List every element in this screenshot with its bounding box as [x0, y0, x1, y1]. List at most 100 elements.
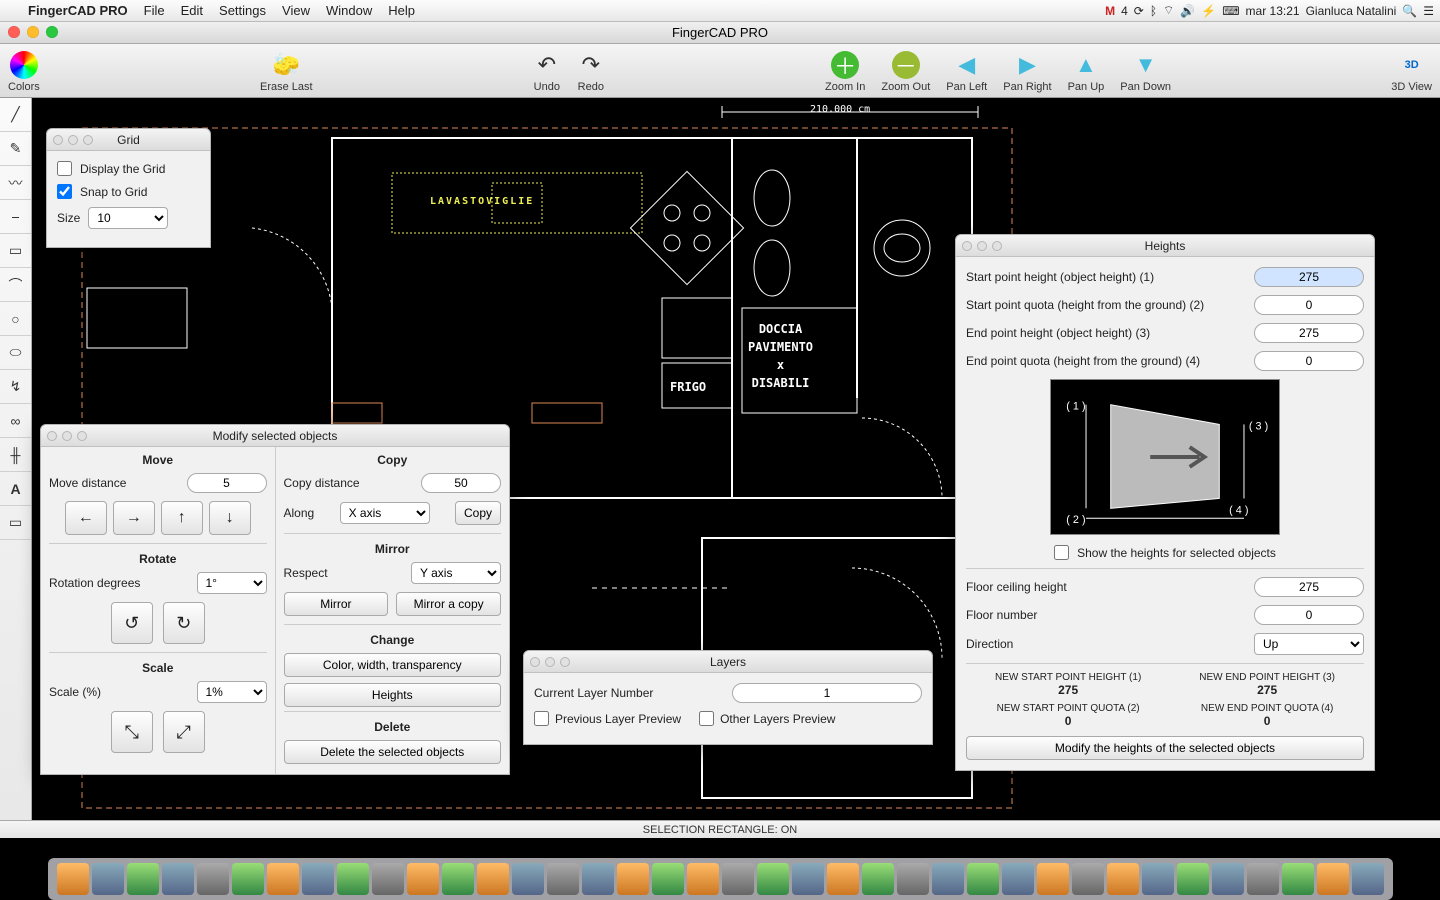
menu-view[interactable]: View [274, 3, 318, 18]
grid-size-select[interactable]: 10 [88, 207, 168, 229]
panel-titlebar[interactable]: Grid [47, 129, 210, 151]
dock-app-icon[interactable] [302, 863, 334, 895]
zoom-icon[interactable] [46, 26, 58, 38]
scale-select[interactable]: 1% [197, 681, 267, 703]
tool-select[interactable]: ▭ [0, 506, 31, 540]
rotation-select[interactable]: 1° [197, 572, 267, 594]
dock-app-icon[interactable] [372, 863, 404, 895]
other-layers-checkbox[interactable] [699, 711, 714, 726]
dock-app-icon[interactable] [827, 863, 859, 895]
dock-app-icon[interactable] [967, 863, 999, 895]
tool-infinite[interactable]: ∞ [0, 404, 31, 438]
move-up-button[interactable]: ↑ [161, 501, 203, 535]
dock-app-icon[interactable] [1142, 863, 1174, 895]
dock-app-icon[interactable] [1107, 863, 1139, 895]
redo-button[interactable]: ↷ Redo [577, 51, 605, 93]
dock-app-icon[interactable] [232, 863, 264, 895]
rotate-cw-button[interactable]: ↻ [163, 602, 205, 644]
dock-app-icon[interactable] [267, 863, 299, 895]
dock-app-icon[interactable] [92, 863, 124, 895]
tool-wall[interactable]: ⎯ [0, 200, 31, 234]
scale-down-button[interactable]: ⤡ [111, 711, 153, 753]
clock[interactable]: mar 13:21 [1246, 4, 1300, 18]
battery-icon[interactable]: ⚡ [1201, 4, 1216, 18]
display-grid-checkbox[interactable] [57, 161, 72, 176]
menu-settings[interactable]: Settings [211, 3, 274, 18]
dock-app-icon[interactable] [1352, 863, 1384, 895]
pan-up-button[interactable]: ▲ Pan Up [1068, 51, 1105, 93]
end-height-input[interactable] [1254, 323, 1364, 343]
minimize-icon[interactable] [27, 26, 39, 38]
dock-app-icon[interactable] [127, 863, 159, 895]
dock-app-icon[interactable] [687, 863, 719, 895]
erase-last-button[interactable]: 🧽 Erase Last [260, 51, 313, 93]
gmail-icon[interactable]: M [1105, 4, 1115, 18]
move-distance-input[interactable] [187, 473, 267, 493]
menu-help[interactable]: Help [380, 3, 423, 18]
move-right-button[interactable]: → [113, 501, 155, 535]
dock-app-icon[interactable] [722, 863, 754, 895]
dock-app-icon[interactable] [792, 863, 824, 895]
dock-app-icon[interactable] [1072, 863, 1104, 895]
zoom-out-button[interactable]: － Zoom Out [881, 51, 930, 93]
dock-app-icon[interactable] [862, 863, 894, 895]
dock-app-icon[interactable] [1247, 863, 1279, 895]
tool-text[interactable]: A [0, 472, 31, 506]
dock-app-icon[interactable] [477, 863, 509, 895]
modify-heights-button[interactable]: Modify the heights of the selected objec… [966, 736, 1364, 760]
dock-app-icon[interactable] [1282, 863, 1314, 895]
copy-distance-input[interactable] [421, 473, 501, 493]
dock-app-icon[interactable] [652, 863, 684, 895]
dock-app-icon[interactable] [617, 863, 649, 895]
dock-app-icon[interactable] [582, 863, 614, 895]
spotlight-icon[interactable]: 🔍 [1402, 4, 1417, 18]
prev-layer-checkbox[interactable] [534, 711, 549, 726]
pan-right-button[interactable]: ▶ Pan Right [1003, 51, 1051, 93]
menu-file[interactable]: File [136, 3, 173, 18]
dock-app-icon[interactable] [407, 863, 439, 895]
3d-view-button[interactable]: 3D 3D View [1391, 51, 1432, 93]
dock-app-icon[interactable] [1212, 863, 1244, 895]
tool-dimension[interactable]: ╫ [0, 438, 31, 472]
dock-app-icon[interactable] [1177, 863, 1209, 895]
panel-titlebar[interactable]: Layers [524, 651, 932, 673]
mirror-copy-button[interactable]: Mirror a copy [396, 592, 501, 616]
close-icon[interactable] [8, 26, 20, 38]
bluetooth-icon[interactable]: ᛒ [1150, 4, 1157, 18]
dock-app-icon[interactable] [57, 863, 89, 895]
sync-icon[interactable]: ⟳ [1134, 4, 1144, 18]
dock-app-icon[interactable] [757, 863, 789, 895]
delete-button[interactable]: Delete the selected objects [284, 740, 502, 764]
dock-app-icon[interactable] [337, 863, 369, 895]
pan-left-button[interactable]: ◀ Pan Left [946, 51, 987, 93]
mirror-button[interactable]: Mirror [284, 592, 389, 616]
direction-select[interactable]: Up [1254, 633, 1364, 655]
change-color-button[interactable]: Color, width, transparency [284, 653, 502, 677]
dock-app-icon[interactable] [897, 863, 929, 895]
input-icon[interactable]: ⌨ [1222, 4, 1239, 18]
rotate-ccw-button[interactable]: ↺ [111, 602, 153, 644]
app-name[interactable]: FingerCAD PRO [20, 3, 136, 18]
user-name[interactable]: Gianluca Natalini [1306, 4, 1397, 18]
tool-arc[interactable]: ⌒ [0, 268, 31, 302]
current-layer-input[interactable] [732, 683, 922, 703]
show-heights-checkbox[interactable] [1054, 545, 1069, 560]
along-select[interactable]: X axis [340, 502, 430, 524]
dock-app-icon[interactable] [1002, 863, 1034, 895]
panel-titlebar[interactable]: Heights [956, 235, 1374, 257]
dock-app-icon[interactable] [547, 863, 579, 895]
panel-titlebar[interactable]: Modify selected objects [41, 425, 509, 447]
floor-number-input[interactable] [1254, 605, 1364, 625]
menu-window[interactable]: Window [318, 3, 380, 18]
wifi-icon[interactable]: ⌔ [1163, 3, 1174, 18]
dock-app-icon[interactable] [932, 863, 964, 895]
tool-line[interactable]: ╱ [0, 98, 31, 132]
dock-app-icon[interactable] [197, 863, 229, 895]
copy-button[interactable]: Copy [455, 501, 501, 525]
zoom-in-button[interactable]: ＋ Zoom In [825, 51, 865, 93]
tool-freehand[interactable]: ✎ [0, 132, 31, 166]
move-down-button[interactable]: ↓ [209, 501, 251, 535]
dock-app-icon[interactable] [1037, 863, 1069, 895]
colors-button[interactable]: Colors [8, 51, 40, 93]
menu-edit[interactable]: Edit [173, 3, 211, 18]
